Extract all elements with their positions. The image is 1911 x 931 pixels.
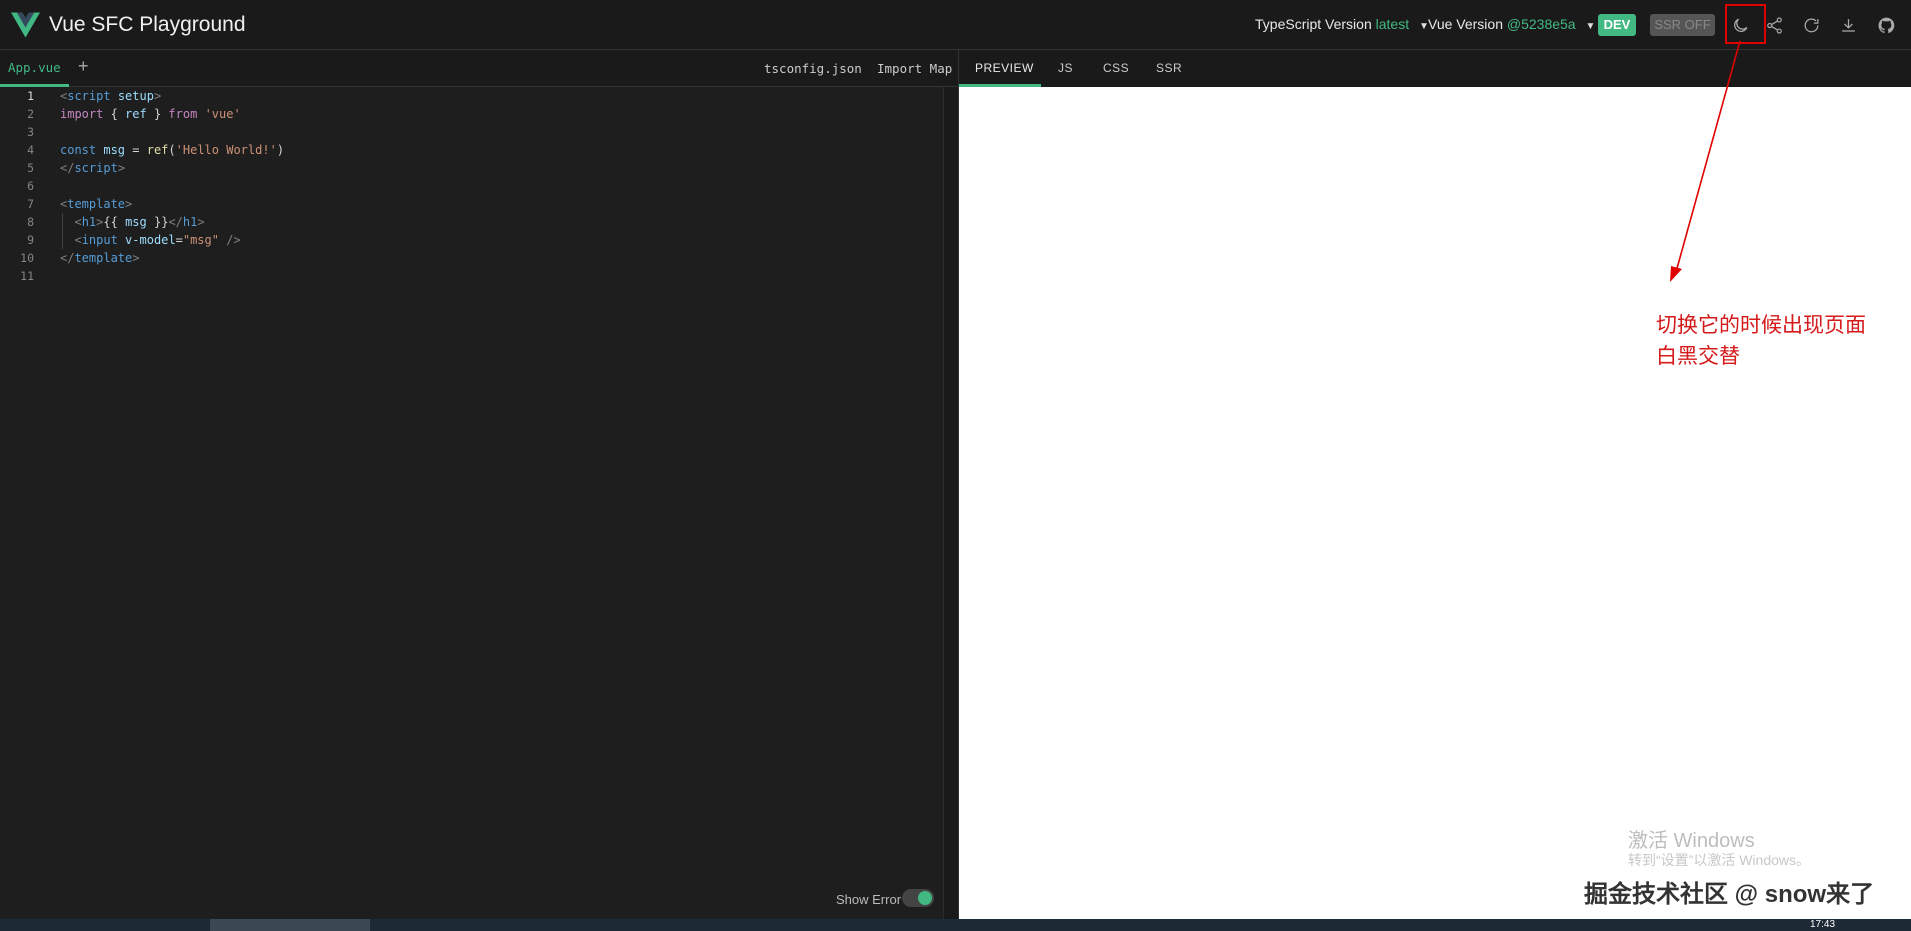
line-number: 1 [27,89,34,103]
ts-version-select[interactable]: TypeScript Version latest ▼ [1255,16,1429,32]
tab-js[interactable]: JS [1058,50,1073,87]
line-number: 3 [27,125,34,139]
code-line: </template> [60,251,140,265]
github-button[interactable] [1873,12,1899,38]
ts-version-label: TypeScript Version [1255,16,1372,32]
file-tab-bar: App.vue + tsconfig.json Import Map [0,50,958,87]
activate-windows-hint: 转到“设置”以激活 Windows。 [1628,852,1811,868]
code-line: import { ref } from 'vue' [60,107,241,121]
code-line: const msg = ref('Hello World!') [60,143,285,157]
show-error-label: Show Error [836,892,902,907]
download-button[interactable] [1835,12,1861,38]
chevron-down-icon: ▼ [1585,21,1596,32]
show-error-toggle[interactable] [902,889,934,907]
annotation-line-2: 白黑交替 [1656,344,1740,368]
app-title: Vue SFC Playground [49,13,246,36]
editor-scrollbar[interactable] [943,87,958,919]
share-icon [1766,16,1782,34]
line-number: 4 [27,143,34,157]
tab-css[interactable]: CSS [1103,50,1129,87]
output-tab-bar: PREVIEW JS CSS SSR [959,50,1911,87]
code-line: </script> [60,161,126,175]
vue-version-value: @5238e5a [1506,16,1576,32]
code-line: <template> [60,197,133,211]
code-line: <h1>{{ msg }}</h1> [74,215,205,229]
ts-version-value: latest [1375,16,1410,32]
code-line: <script setup> [60,89,162,103]
taskbar-item[interactable] [210,919,370,931]
file-tab-import-map[interactable]: Import Map [877,61,952,76]
reload-icon [1804,18,1818,32]
taskbar-clock: 17:43 [1810,919,1836,930]
tab-ssr[interactable]: SSR [1156,50,1182,87]
file-tab-tsconfig[interactable]: tsconfig.json [764,61,862,76]
preview-frame[interactable] [959,87,1911,919]
line-number: 9 [27,233,34,247]
github-icon [1878,17,1894,33]
code-lines: <script setup> import { ref } from 'vue'… [60,87,284,285]
top-nav: Vue SFC Playground TypeScript Version la… [0,0,1911,50]
vue-version-select[interactable]: Vue Version @5238e5a ▼ [1428,16,1595,32]
file-tab-app-vue[interactable]: App.vue [0,50,69,87]
line-number: 5 [27,161,34,175]
dev-toggle-button[interactable]: DEV [1598,14,1636,36]
line-number: 6 [27,179,34,193]
line-number: 11 [20,269,34,283]
line-number-gutter: 1 2 3 4 5 6 7 8 9 10 11 [0,87,44,285]
site-watermark: 掘金技术社区 @ snow来了 [1584,881,1875,908]
vue-logo-icon [11,12,40,38]
annotation-highlight-box [1725,4,1766,44]
add-file-button[interactable]: + [78,56,89,77]
line-number: 2 [27,107,34,121]
annotation-line-1: 切换它的时候出现页面 [1656,313,1866,337]
line-number: 8 [27,215,34,229]
code-editor[interactable]: 1 2 3 4 5 6 7 8 9 10 11 <script setup> i… [0,87,943,919]
line-number: 10 [20,251,34,265]
annotation-text: 切换它的时候出现页面 白黑交替 [1656,310,1866,372]
line-number: 7 [27,197,34,211]
tab-preview[interactable]: PREVIEW [959,50,1041,87]
download-icon [1841,18,1855,32]
toggle-knob [918,891,932,905]
ssr-toggle-button[interactable]: SSR OFF [1650,14,1715,36]
os-taskbar: 17:43 [0,919,1911,931]
reload-button[interactable] [1798,12,1824,38]
activate-windows-title: 激活 Windows [1628,830,1755,852]
code-line: <input v-model="msg" /> [74,233,241,247]
vue-version-label: Vue Version [1428,16,1503,32]
